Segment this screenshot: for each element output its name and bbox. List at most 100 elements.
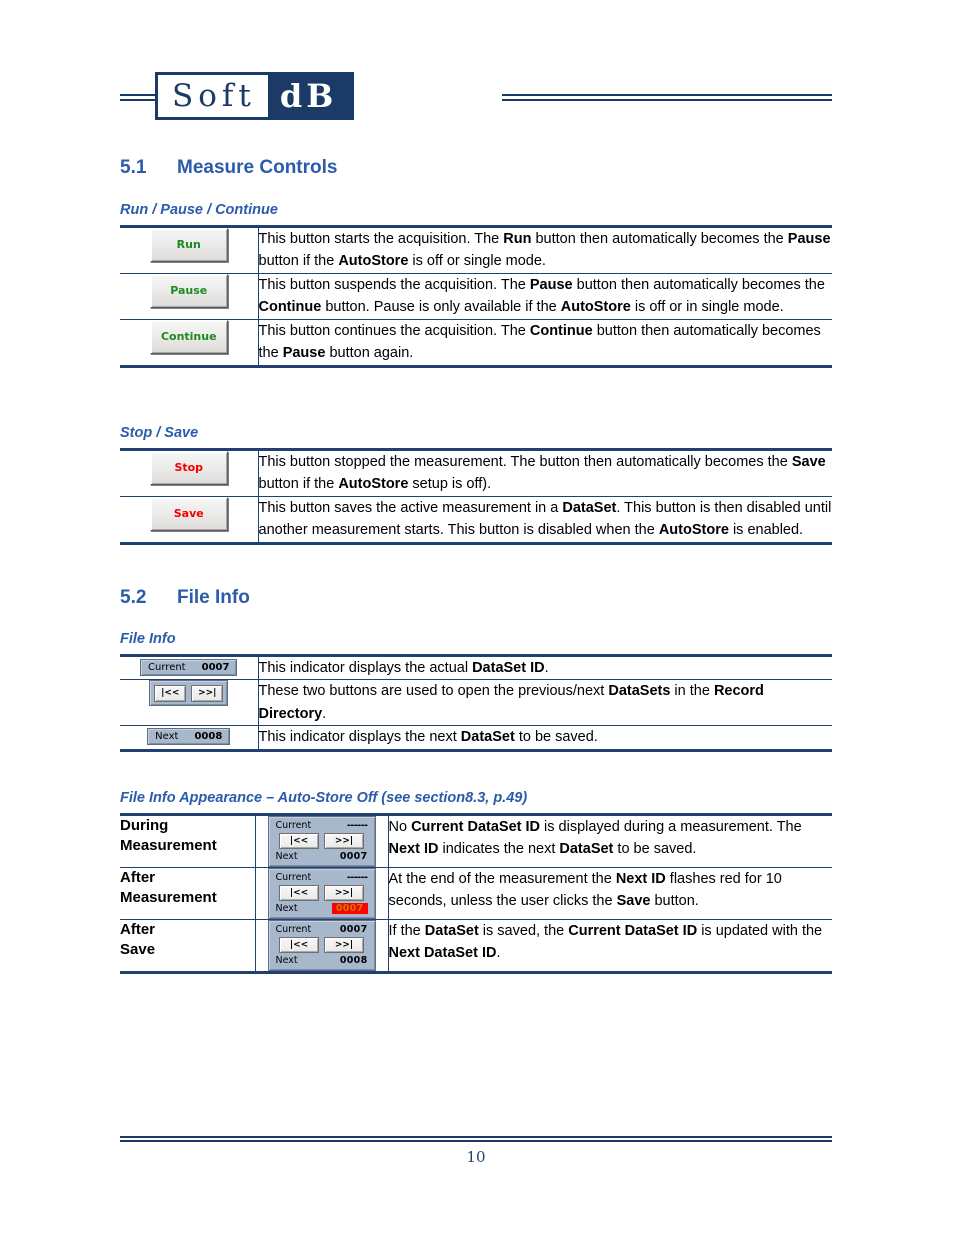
document-page: Soft dB 5.1 Measure Controls Run / Pause … (0, 0, 954, 1235)
panel-next-label: Next (275, 903, 298, 914)
header-rule-right (502, 94, 832, 101)
panel-current-value: 0007 (339, 924, 368, 935)
widget-cell: Current 0007 |<< >>| Next 0008 (255, 919, 389, 973)
pause-button[interactable]: Pause (149, 273, 228, 308)
logo-text-db: dB (267, 75, 352, 117)
table-row: Run This button starts the acquisition. … (120, 226, 832, 274)
section-number-5-2: 5.2 (120, 587, 147, 608)
file-info-panel-during-measurement: Current ------ |<< >>| Next 0007 (267, 816, 376, 867)
next-dataset-indicator: Next 0008 (147, 728, 231, 746)
widget-cell: Pause (120, 272, 259, 320)
state-label-after-save: After Save (120, 919, 256, 973)
next-dataset-button[interactable]: >>| (324, 833, 364, 849)
panel-current-label: Current (275, 924, 312, 935)
section-number-5-1: 5.1 (120, 157, 147, 178)
page-number: 10 (466, 1148, 486, 1166)
next-dataset-button[interactable]: >>| (191, 684, 224, 702)
section-title-5-2: File Info (177, 587, 250, 608)
logo-text-soft: Soft (158, 75, 268, 117)
description-cell: This indicator displays the next DataSet… (258, 725, 832, 751)
description-cell: This button stopped the measurement. The… (258, 454, 826, 493)
previous-dataset-button[interactable]: |<< (279, 937, 319, 953)
panel-current-label: Current (275, 872, 312, 883)
table-row: Continue This button continues the acqui… (120, 318, 832, 367)
description-cell: This button continues the acquisition. T… (258, 318, 832, 367)
description-cell: This indicator displays the actual DataS… (258, 660, 549, 676)
table-run-pause-continue: Run This button starts the acquisition. … (120, 225, 832, 368)
page-header: Soft dB (120, 72, 832, 124)
table-file-info-appearance: During Measurement Current ------ |<< >>|… (120, 813, 832, 974)
group-heading-file-info-appearance: File Info Appearance – Auto-Store Off (s… (120, 790, 528, 806)
next-value: 0008 (194, 731, 223, 743)
panel-current-row: Current 0007 (274, 924, 370, 935)
stop-button[interactable]: Stop (149, 451, 228, 485)
widget-cell: Current ------ |<< >>| Next 0007 (255, 867, 389, 920)
state-label-after-measurement: After Measurement (120, 867, 256, 920)
widget-cell: |<< >>| (120, 679, 259, 726)
panel-next-label: Next (275, 851, 298, 862)
widget-cell: Stop (120, 449, 259, 497)
description-cell: This button starts the acquisition. The … (258, 231, 831, 270)
table-row: Current 0007 This indicator displays the … (120, 655, 832, 680)
current-dataset-indicator: Current 0007 (140, 659, 238, 676)
table-row: Stop This button stopped the measurement… (120, 449, 832, 497)
widget-cell: Current 0007 (120, 655, 259, 680)
table-file-info: Current 0007 This indicator displays the … (120, 654, 832, 752)
widget-cell: Current ------ |<< >>| Next 0007 (255, 814, 389, 868)
description-cell: This button suspends the acquisition. Th… (258, 272, 832, 320)
panel-nav-buttons: |<< >>| (274, 885, 370, 901)
table-stop-save: Stop This button stopped the measurement… (120, 448, 832, 545)
current-value: 0007 (201, 662, 230, 673)
dataset-nav-buttons: |<< >>| (149, 680, 229, 707)
file-info-panel-after-save: Current 0007 |<< >>| Next 0008 (267, 920, 376, 971)
panel-next-row: Next 0008 (274, 955, 370, 966)
panel-current-value: ------ (346, 820, 368, 831)
panel-next-label: Next (275, 955, 298, 966)
run-button[interactable]: Run (149, 228, 228, 262)
previous-dataset-button[interactable]: |<< (154, 684, 187, 702)
description-cell: At the end of the measurement the Next I… (388, 867, 832, 920)
table-row: |<< >>| These two buttons are used to ope… (120, 679, 832, 726)
table-row: Save This button saves the active measur… (120, 495, 832, 544)
table-row: During Measurement Current ------ |<< >>|… (120, 814, 832, 868)
panel-current-row: Current ------ (274, 872, 370, 883)
panel-next-value: 0007 (339, 851, 368, 862)
next-dataset-button[interactable]: >>| (324, 937, 364, 953)
table-row: Next 0008 This indicator displays the nex… (120, 725, 832, 751)
panel-current-row: Current ------ (274, 820, 370, 831)
softdb-logo: Soft dB (155, 72, 355, 120)
previous-dataset-button[interactable]: |<< (279, 885, 319, 901)
description-cell: If the DataSet is saved, the Current Dat… (388, 919, 832, 973)
current-label: Current (148, 662, 186, 673)
description-cell: No Current DataSet ID is displayed durin… (388, 819, 802, 858)
section-heading-5-2: 5.2 File Info (120, 587, 832, 609)
widget-cell: Save (120, 495, 259, 544)
widget-cell: Continue (120, 318, 259, 367)
description-cell: This button saves the active measurement… (258, 495, 832, 544)
save-button[interactable]: Save (149, 496, 228, 531)
header-rule-left (120, 94, 156, 101)
state-label-during-measurement: During Measurement (120, 814, 256, 868)
group-heading-run-pause-continue: Run / Pause / Continue (120, 202, 278, 218)
panel-next-value: 0008 (339, 955, 368, 966)
panel-next-row: Next 0007 (274, 851, 370, 862)
next-dataset-button[interactable]: >>| (324, 885, 364, 901)
continue-button[interactable]: Continue (149, 319, 228, 354)
previous-dataset-button[interactable]: |<< (279, 833, 319, 849)
description-cell: These two buttons are used to open the p… (258, 679, 832, 726)
panel-next-value-flashing: 0007 (331, 903, 368, 914)
panel-nav-buttons: |<< >>| (274, 937, 370, 953)
panel-nav-buttons: |<< >>| (274, 833, 370, 849)
section-heading-5-1: 5.1 Measure Controls (120, 157, 832, 179)
footer-rule (120, 1136, 832, 1142)
file-info-panel-after-measurement: Current ------ |<< >>| Next 0007 (267, 868, 376, 919)
group-heading-file-info: File Info (120, 631, 176, 647)
widget-cell: Run (120, 226, 259, 274)
panel-current-value: ------ (346, 872, 368, 883)
table-row: After Save Current 0007 |<< >>| Next 0008 (120, 919, 832, 973)
group-heading-stop-save: Stop / Save (120, 425, 199, 441)
next-label: Next (155, 731, 179, 743)
section-title-5-1: Measure Controls (177, 157, 338, 178)
panel-next-row: Next 0007 (274, 903, 370, 914)
table-row: Pause This button suspends the acquisiti… (120, 272, 832, 320)
